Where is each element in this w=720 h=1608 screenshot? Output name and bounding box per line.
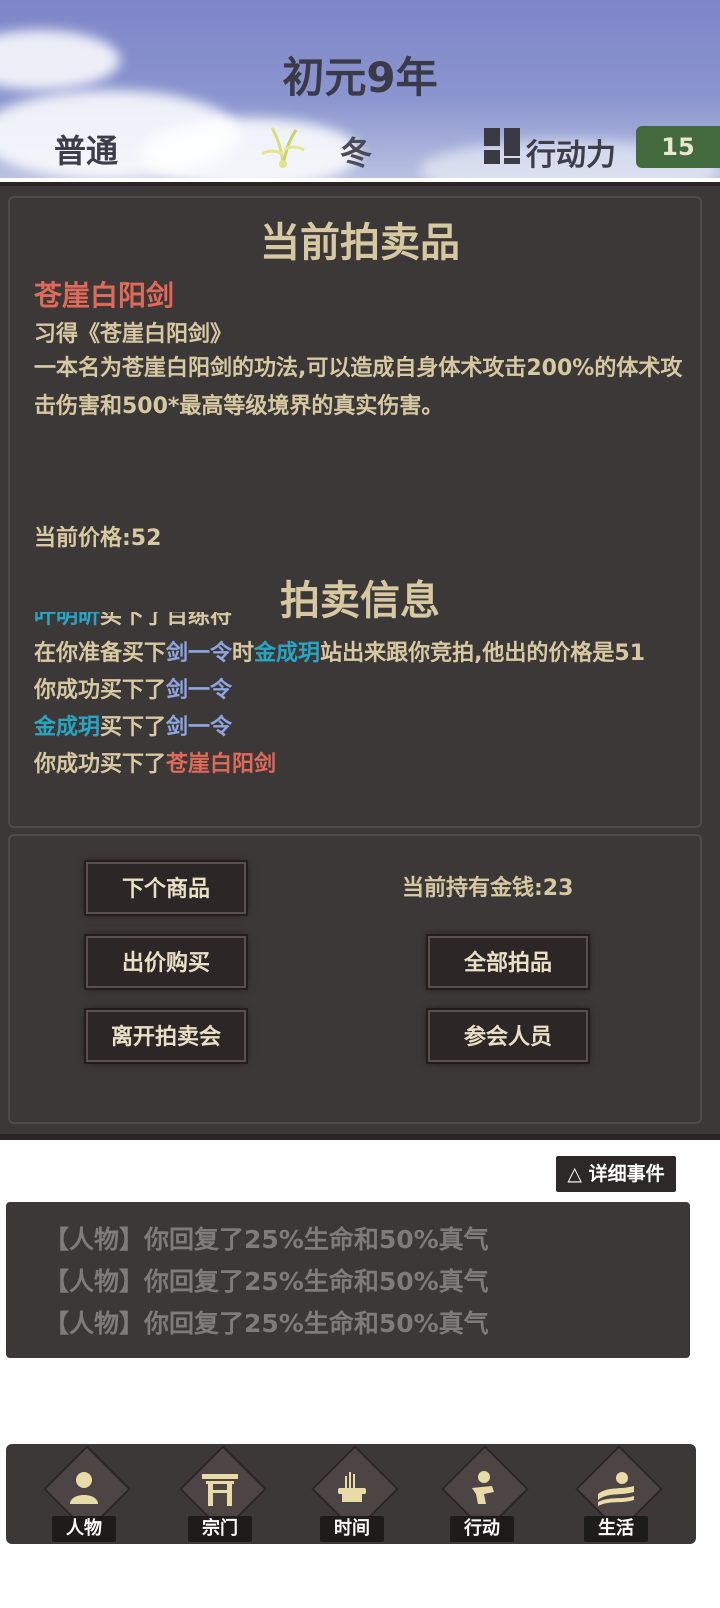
season-label: 冬 — [340, 134, 373, 172]
log-text: 在你准备买下 — [34, 641, 167, 666]
nav-item-sect[interactable]: 宗门 — [170, 1445, 270, 1550]
all-items-button[interactable]: 全部拍品 — [428, 936, 588, 988]
current-money: 当前持有金钱:23 — [402, 876, 574, 901]
log-highlight: 金成玥 — [254, 641, 321, 666]
item-name: 苍崖白阳剑 — [34, 279, 175, 312]
nav-label: 生活 — [584, 1516, 648, 1542]
log-text: 你成功买下了 — [34, 752, 167, 777]
auction-log-line: 金成玥买下了剑一令 — [34, 709, 704, 746]
log-text: 买下了 — [100, 612, 167, 629]
nav-label: 行动 — [450, 1516, 514, 1542]
incense-icon — [338, 1472, 366, 1502]
nav-item-character[interactable]: 人物 — [34, 1445, 134, 1550]
log-highlight: 叶明昕 — [34, 612, 101, 629]
leave-auction-button[interactable]: 离开拍卖会 — [86, 1010, 246, 1062]
nav-item-action[interactable]: 行动 — [432, 1445, 532, 1550]
log-text: 百练符 — [166, 612, 233, 629]
year-title: 初元9年 — [282, 53, 438, 102]
event-log-panel: 【人物】你回复了25%生命和50%真气 【人物】你回复了25%生命和50%真气 … — [6, 1202, 690, 1358]
current-item-heading: 当前拍卖品 — [260, 220, 460, 266]
item-description: 一本名为苍崖白阳剑的功法,可以造成自身体术攻击200%的体术攻击伤害和500*最… — [34, 356, 683, 419]
life-landscape-icon — [598, 1472, 634, 1506]
nav-label: 宗门 — [188, 1516, 252, 1542]
auction-log-line: 在你准备买下剑一令时金成玥站出来跟你竞拍,他出的价格是51 — [34, 635, 704, 672]
auction-log-list[interactable]: 叶明昕买下了百练符 在你准备买下剑一令时金成玥站出来跟你竞拍,他出的价格是51 你成… — [34, 612, 704, 826]
log-text: 站出来跟你竞拍,他出的价格是51 — [320, 641, 646, 666]
action-icon — [472, 1471, 494, 1504]
event-item: 【人物】你回复了25%生命和50%真气 — [44, 1225, 489, 1254]
log-highlight: 剑一令 — [166, 641, 233, 666]
event-item: 【人物】你回复了25%生命和50%真气 — [44, 1309, 489, 1338]
log-text: 你成功买下了 — [34, 678, 167, 703]
nav-label: 时间 — [320, 1516, 384, 1542]
log-highlight: 金成玥 — [34, 715, 101, 740]
log-highlight: 剑一令 — [166, 678, 233, 703]
winter-plant-icon — [261, 127, 305, 168]
action-points-icon — [484, 128, 520, 164]
attendees-button[interactable]: 参会人员 — [428, 1010, 588, 1062]
log-text: 时 — [232, 641, 255, 666]
auction-log-line: 你成功买下了剑一令 — [34, 672, 704, 709]
auction-log-line: 叶明昕买下了百练符 — [34, 612, 704, 635]
nav-item-life[interactable]: 生活 — [566, 1445, 666, 1550]
difficulty-mode: 普通 — [54, 132, 119, 170]
bid-buy-button[interactable]: 出价购买 — [86, 936, 246, 988]
detailed-events-button[interactable]: △ 详细事件 — [556, 1156, 676, 1192]
event-item: 【人物】你回复了25%生命和50%真气 — [44, 1267, 489, 1296]
nav-label: 人物 — [52, 1516, 116, 1542]
action-points-label: 行动力 — [526, 138, 616, 173]
nav-item-time[interactable]: 时间 — [302, 1445, 402, 1550]
current-price: 当前价格:52 — [34, 526, 162, 551]
next-item-button[interactable]: 下个商品 — [86, 862, 246, 914]
sect-gate-icon — [202, 1474, 238, 1506]
log-highlight: 苍崖白阳剑 — [166, 752, 277, 777]
person-icon — [70, 1472, 98, 1504]
auction-log-line: 你成功买下了苍崖白阳剑 — [34, 746, 704, 783]
log-text: 买下了 — [100, 715, 167, 740]
action-points-value: 15 — [636, 126, 720, 168]
item-effect-title: 习得《苍崖白阳剑》 — [34, 322, 233, 347]
log-highlight: 剑一令 — [166, 715, 233, 740]
